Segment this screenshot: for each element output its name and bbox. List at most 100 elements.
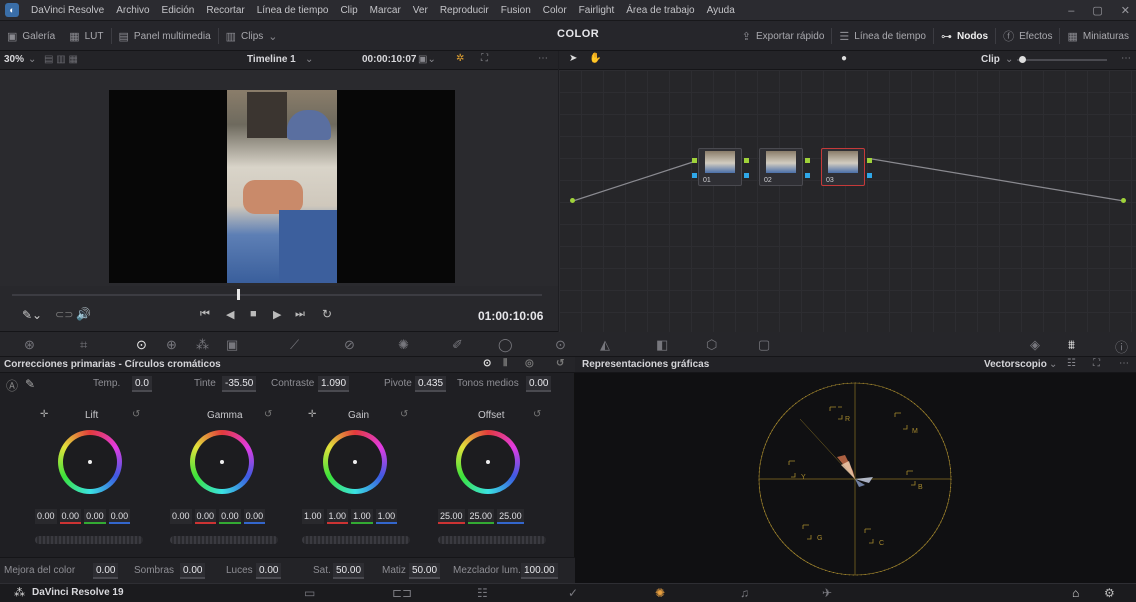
blur-icon[interactable]: ◧ [656, 337, 668, 353]
offset-green[interactable]: 25.00 [467, 509, 495, 524]
gamma-master[interactable]: 0.00 [170, 509, 192, 524]
offset-blue[interactable]: 25.00 [497, 509, 524, 524]
timeline-button[interactable]: ☰ Línea de tiempo [832, 21, 933, 51]
lift-master[interactable]: 0.00 [35, 509, 57, 524]
contraste-value[interactable]: 1.090 [318, 376, 350, 392]
reverse-icon[interactable]: ◀ [226, 308, 234, 321]
video-frame[interactable] [109, 90, 455, 283]
lift-master-wheel[interactable] [35, 536, 143, 544]
key-output-pin[interactable] [805, 173, 810, 178]
gain-red[interactable]: 1.00 [326, 509, 349, 524]
mejora-value[interactable]: 0.00 [93, 563, 119, 579]
clip-dropdown[interactable]: Clip [981, 54, 1000, 65]
maximize-button[interactable]: ▢ [1092, 4, 1102, 17]
lut-button[interactable]: ▦ LUT [62, 21, 110, 51]
slider-knob[interactable] [1019, 56, 1026, 63]
gain-master[interactable]: 1.00 [302, 509, 324, 524]
volume-icon[interactable]: 🔊 [76, 307, 91, 321]
reset-icon[interactable]: ↺ [533, 409, 541, 420]
lift-green[interactable]: 0.00 [84, 509, 106, 524]
settings-gear-icon[interactable]: ⚙ [1104, 586, 1115, 600]
rgb-output-pin[interactable] [744, 158, 749, 163]
gain-master-wheel[interactable] [302, 536, 410, 544]
hdr-wheels-icon[interactable]: ⊕ [166, 337, 177, 353]
viewer-mode-icon[interactable]: ▤ ▥ ▦ [44, 54, 78, 65]
more-icon[interactable]: ⋯ [538, 53, 548, 64]
color-wheels-icon[interactable]: ⊙ [136, 337, 147, 353]
eyedropper-icon[interactable]: ✐ [452, 337, 463, 353]
color-match-icon[interactable]: ⌗ [80, 337, 87, 353]
wheel-puck[interactable] [486, 460, 490, 464]
sombras-value[interactable]: 0.00 [180, 563, 206, 579]
more-icon[interactable]: ⋯ [1121, 53, 1131, 64]
scrubber[interactable] [12, 294, 542, 296]
expand-icon[interactable]: ⛶ [1093, 358, 1100, 369]
menu-ayuda[interactable]: Ayuda [701, 5, 741, 16]
color-page-icon[interactable]: ✺ [655, 586, 665, 600]
loop-playback-icon[interactable]: ↻ [322, 307, 332, 321]
zoom-level[interactable]: 30% [4, 54, 24, 65]
lift-blue[interactable]: 0.00 [108, 509, 131, 524]
pen-icon[interactable]: ✎⌄ [22, 308, 42, 322]
auto-balance-icon[interactable]: Ⓐ [6, 377, 18, 394]
menu-edicion[interactable]: Edición [156, 5, 201, 16]
panel-multimedia-button[interactable]: ▤ Panel multimedia [112, 21, 218, 51]
reset-icon[interactable]: ↺ [264, 409, 272, 420]
playhead[interactable] [237, 289, 240, 300]
lift-red[interactable]: 0.00 [59, 509, 82, 524]
crosshair-icon[interactable]: ✛ [308, 409, 316, 420]
luces-value[interactable]: 0.00 [256, 563, 282, 579]
menu-archivo[interactable]: Archivo [110, 5, 155, 16]
highlight-icon[interactable]: ✲ [456, 53, 464, 64]
rgb-output-pin[interactable] [867, 158, 872, 163]
chevron-down-icon[interactable]: ⌄ [1049, 359, 1057, 370]
rgb-mixer-icon[interactable]: ⁂ [196, 337, 209, 353]
input-pin[interactable] [570, 198, 575, 203]
sizing-icon[interactable]: ▢ [758, 337, 770, 353]
lift-wheel[interactable] [58, 430, 122, 494]
wheel-puck[interactable] [220, 460, 224, 464]
chevron-down-icon[interactable]: ⌄ [305, 54, 313, 65]
log-mode-icon[interactable]: ◎ [525, 358, 534, 369]
menu-fairlight[interactable]: Fairlight [573, 5, 621, 16]
key-input-pin[interactable] [692, 173, 697, 178]
skip-start-icon[interactable]: ⏮ [200, 308, 210, 321]
timeline-name[interactable]: Timeline 1 [247, 54, 296, 65]
scope-settings-icon[interactable]: ☷ [1067, 358, 1076, 369]
gamma-wheel[interactable] [190, 430, 254, 494]
exportar-rapido-button[interactable]: ⇪ Exportar rápido [735, 21, 832, 51]
menu-reproducir[interactable]: Reproducir [434, 5, 495, 16]
motion-effects-icon[interactable]: ▣ [226, 337, 238, 353]
skip-end-icon[interactable]: ⏭ [295, 308, 305, 321]
tracker-icon[interactable]: ⊙ [555, 337, 566, 353]
node-03[interactable]: 03 [821, 148, 865, 186]
menu-area-de-trabajo[interactable]: Área de trabajo [620, 5, 700, 16]
crosshair-icon[interactable]: ✛ [40, 409, 48, 420]
menu-marcar[interactable]: Marcar [364, 5, 407, 16]
stop-icon[interactable]: ■ [250, 308, 257, 320]
menu-color[interactable]: Color [537, 5, 573, 16]
color-warper-icon[interactable]: ⊘ [344, 337, 355, 353]
tinte-value[interactable]: -35.50 [222, 376, 257, 392]
clips-button[interactable]: ▥ Clips ⌄ [219, 21, 285, 51]
fusion-page-icon[interactable]: ✓ [568, 586, 578, 600]
menu-ver[interactable]: Ver [407, 5, 434, 16]
viewer-timecode[interactable]: 00:00:10:07 [362, 54, 416, 65]
minimize-button[interactable]: – [1068, 5, 1074, 17]
node-01[interactable]: 01 [698, 148, 742, 186]
gain-blue[interactable]: 1.00 [375, 509, 398, 524]
curves-icon[interactable]: ⟋ [290, 337, 299, 353]
gallery-still-icon[interactable]: ▣⌄ [418, 54, 436, 65]
key-output-pin[interactable] [867, 173, 872, 178]
miniaturas-button[interactable]: ▦ Miniaturas [1060, 21, 1136, 51]
fullscreen-icon[interactable]: ⛶ [481, 53, 488, 64]
mezclador-value[interactable]: 100.00 [521, 563, 558, 579]
rgb-output-pin[interactable] [805, 158, 810, 163]
menu-clip[interactable]: Clip [334, 5, 363, 16]
eyedropper-icon[interactable]: ✎ [25, 377, 35, 391]
sat-value[interactable]: 50.00 [333, 563, 365, 579]
wheels-mode-icon[interactable]: ⊙ [483, 358, 491, 369]
menu-fusion[interactable]: Fusion [495, 5, 537, 16]
offset-master-wheel[interactable] [438, 536, 546, 544]
gamma-master-wheel[interactable] [170, 536, 278, 544]
